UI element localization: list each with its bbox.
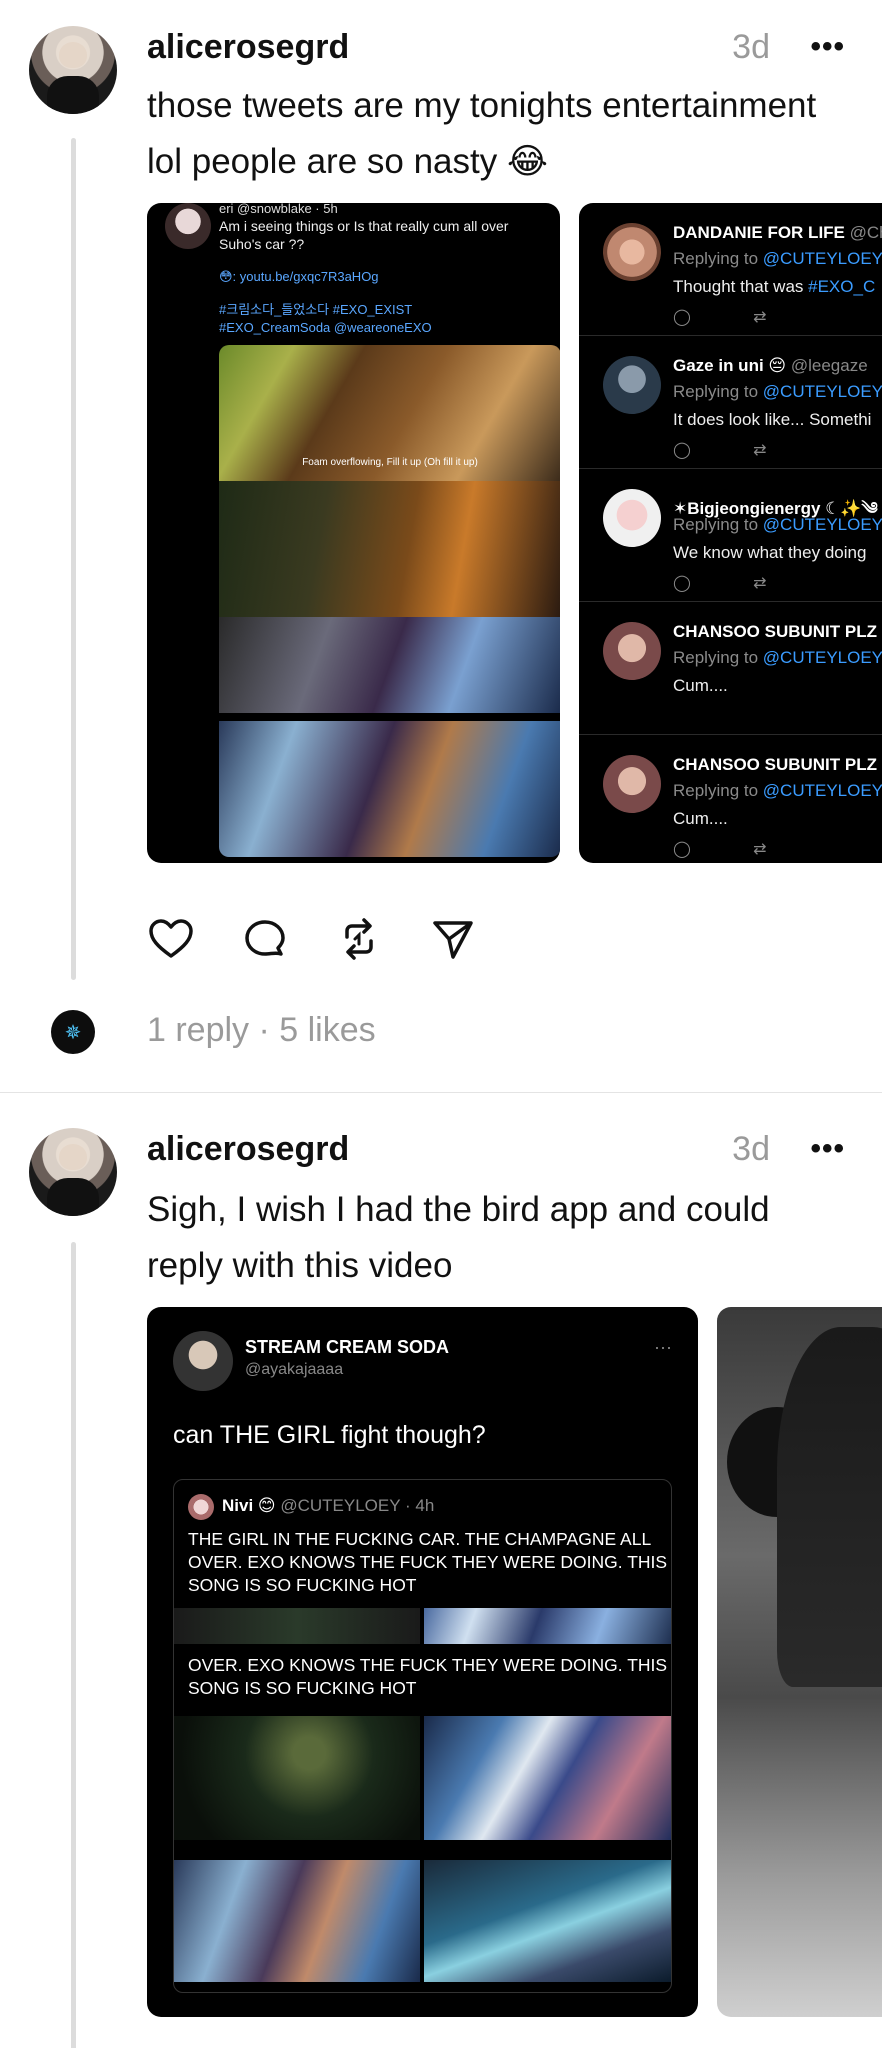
reply-text: It does look like... Somethi — [673, 410, 872, 429]
video-frame-3 — [219, 617, 560, 713]
quoted-image — [424, 1716, 671, 1840]
reply-avatar — [603, 622, 661, 680]
video-tweet-text: can THE GIRL fight though? — [173, 1421, 486, 1449]
reply-item: CHANSOO SUBUNIT PLZ Replying to @CUTEYLO… — [579, 602, 882, 735]
tweet-avatar — [165, 203, 211, 249]
reply-name: DANDANIE FOR LIFE @Ch — [673, 223, 882, 242]
replier-avatar[interactable]: ✵ — [51, 1010, 95, 1054]
reply-actions: ◯ ⇄ — [673, 309, 767, 326]
quoted-author: Nivi 😊 @CUTEYLOEY · 4h — [222, 1496, 435, 1515]
post-time: 3d — [732, 1130, 770, 1168]
more-options-button[interactable]: ••• — [810, 1132, 845, 1166]
reply-text: Cum.... — [673, 676, 728, 695]
tweet-link: 😳: youtu.be/gxqc7R3aHOg — [219, 269, 379, 284]
post-text: Sigh, I wish I had the bird app and coul… — [147, 1190, 770, 1285]
reply-avatar — [603, 356, 661, 414]
video-author-handle: @ayakajaaaa — [245, 1361, 344, 1378]
reply-name: Gaze in uni 😔 @leegaze — [673, 356, 868, 375]
reply-avatar — [603, 223, 661, 281]
avatar[interactable] — [29, 26, 117, 114]
reply-text: Cum.... — [673, 809, 728, 828]
video-author-avatar — [173, 1331, 233, 1391]
tweet-screenshot-image[interactable]: eri @snowblake · 5h Am i seeing things o… — [147, 203, 560, 863]
username[interactable]: alicerosegrd — [147, 28, 349, 67]
quoted-text-repeat: OVER. EXO KNOWS THE FUCK THEY WERE DOING… — [188, 1655, 668, 1698]
quoted-text: THE GIRL IN THE FUCKING CAR. THE CHAMPAG… — [188, 1529, 668, 1595]
heart-icon[interactable] — [147, 915, 195, 963]
replies-screenshot-image[interactable]: DANDANIE FOR LIFE @Ch Replying to @CUTEY… — [579, 203, 882, 863]
reply-actions: ◯ ⇄ — [673, 841, 767, 858]
video-author-name: STREAM CREAM SODA — [245, 1337, 450, 1357]
comment-icon[interactable] — [241, 915, 289, 963]
boxing-video-thumbnail[interactable] — [717, 1307, 882, 2017]
tweet-body: Am i seeing things or Is that really cum… — [219, 218, 509, 252]
quoted-image-strip — [424, 1608, 671, 1644]
reply-text: Thought that was #EXO_C — [673, 277, 876, 296]
quoted-image — [424, 1860, 671, 1982]
video-frame-1: Foam overflowing, Fill it up (Oh fill it… — [219, 345, 560, 481]
tweet-hashtags: #크림소다_들었소다 #EXO_EXIST #EXO_CreamSoda @we… — [219, 302, 432, 335]
reply-text: We know what they doing — [673, 543, 867, 562]
tweet-header: eri @snowblake · 5h — [219, 203, 338, 216]
post-actions — [147, 915, 477, 963]
reply-avatar — [603, 755, 661, 813]
reply-name: CHANSOO SUBUNIT PLZ — [673, 622, 877, 641]
avatar[interactable] — [29, 1128, 117, 1216]
video-card[interactable]: STREAM CREAM SODA @ayakajaaaa ··· can TH… — [147, 1307, 698, 2017]
video-more-icon: ··· — [654, 1337, 672, 1357]
reply-item: CHANSOO SUBUNIT PLZ Replying to @CUTEYLO… — [579, 735, 882, 863]
video-frame-2 — [219, 481, 560, 617]
quoted-avatar — [188, 1494, 214, 1520]
username[interactable]: alicerosegrd — [147, 1130, 349, 1169]
media-carousel[interactable]: eri @snowblake · 5h Am i seeing things o… — [147, 203, 882, 863]
reply-avatar — [603, 489, 661, 547]
post-stats[interactable]: 1 reply · 5 likes — [147, 1011, 376, 1050]
reply-item: Gaze in uni 😔 @leegaze Replying to @CUTE… — [579, 336, 882, 469]
reply-item: ✶Bigjeongienergy ☾✨༄ Replying to @CUTEYL… — [579, 469, 882, 602]
reply-to: Replying to @CUTEYLOEY — [673, 249, 882, 268]
more-options-button[interactable]: ••• — [810, 30, 845, 64]
quoted-image-strip — [174, 1608, 420, 1644]
reply-to: Replying to @CUTEYLOEY — [673, 515, 882, 534]
reply-to: Replying to @CUTEYLOEY — [673, 648, 882, 667]
post-time: 3d — [732, 28, 770, 66]
media-carousel[interactable]: STREAM CREAM SODA @ayakajaaaa ··· can TH… — [147, 1307, 882, 2048]
post-text: those tweets are my tonights entertainme… — [147, 86, 817, 181]
quoted-tweet: Nivi 😊 @CUTEYLOEY · 4h THE GIRL IN THE F… — [173, 1479, 672, 1993]
video-frame-4 — [219, 721, 560, 857]
reply-actions: ◯ ⇄ — [673, 575, 767, 592]
thread-line — [71, 138, 76, 980]
thread-line — [71, 1242, 76, 2048]
post-divider — [0, 1092, 882, 1093]
reply-to: Replying to @CUTEYLOEY — [673, 781, 882, 800]
reply-item: DANDANIE FOR LIFE @Ch Replying to @CUTEY… — [579, 203, 882, 336]
reply-actions: ◯ ⇄ — [673, 442, 767, 459]
reply-to: Replying to @CUTEYLOEY — [673, 382, 882, 401]
quoted-image — [174, 1860, 420, 1982]
repost-icon[interactable] — [335, 915, 383, 963]
quoted-image — [174, 1716, 420, 1840]
send-icon[interactable] — [429, 915, 477, 963]
video-caption: Foam overflowing, Fill it up (Oh fill it… — [302, 457, 478, 468]
reply-name: CHANSOO SUBUNIT PLZ — [673, 755, 877, 774]
boxer-figure-shape — [777, 1327, 882, 1687]
